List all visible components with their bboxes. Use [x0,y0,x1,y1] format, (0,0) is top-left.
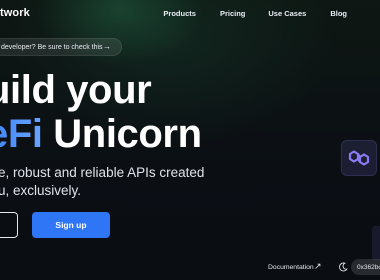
wallet-address-button[interactable]: 0x362bc [351,259,380,275]
hero-subtext: e, robust and reliable APIs created u, e… [0,164,218,200]
moon-icon[interactable] [338,262,348,272]
brand-logo-text[interactable]: twork [0,7,30,19]
nav-pricing[interactable]: Pricing [220,9,245,18]
hero-title-line2: eFi Unicorn [0,114,202,154]
announcement-pill[interactable]: developer? Be sure to check this → [0,38,122,56]
hero-title-line1: uild your [0,68,152,112]
signup-button[interactable]: Sign up [32,212,110,238]
polygon-logo-svg [348,150,370,166]
top-nav: Products Pricing Use Cases Blog [163,9,347,18]
hero-title-rest: Unicorn [42,112,202,156]
bottom-bar: Documentation ↗ 0x362bc [0,255,380,280]
hero-title-accent: eFi [0,112,43,156]
hero-subtext-line2: u, exclusively. [0,183,82,198]
nav-blog[interactable]: Blog [330,9,347,18]
secondary-button[interactable] [0,212,18,238]
nav-use-cases[interactable]: Use Cases [268,9,306,18]
external-link-icon[interactable]: ↗ [314,261,322,272]
arrow-right-icon: → [103,42,111,51]
landing-page: twork Products Pricing Use Cases Blog de… [0,0,380,280]
hero-subtext-line1: e, robust and reliable APIs created [0,165,205,180]
documentation-link[interactable]: Documentation [268,264,314,271]
polygon-icon [341,140,377,176]
announcement-text: developer? Be sure to check this [1,43,103,51]
hero-title: uild your eFi Unicorn [0,70,202,154]
nav-products[interactable]: Products [163,9,196,18]
